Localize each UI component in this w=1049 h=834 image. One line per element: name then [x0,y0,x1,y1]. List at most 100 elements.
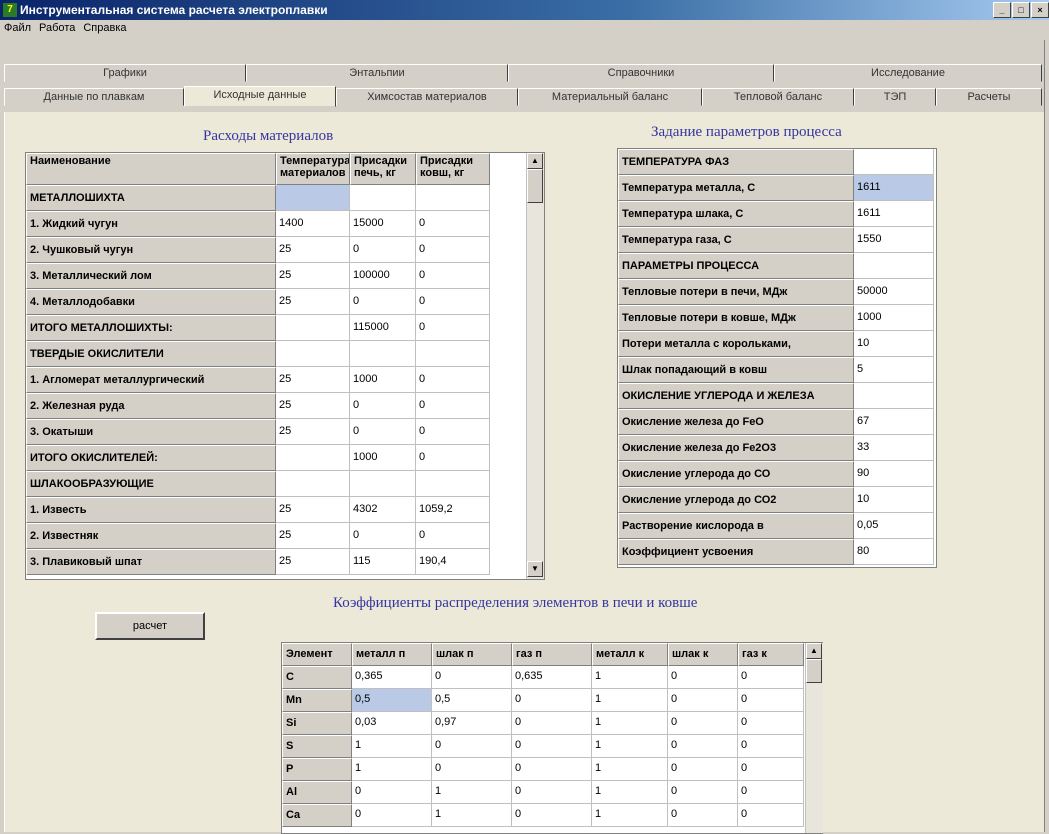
table-cell[interactable] [416,185,490,211]
tab-enthalpies[interactable]: Энтальпии [246,64,508,82]
table-cell[interactable]: 0,03 [352,712,432,735]
tab-chem-composition[interactable]: Химсостав материалов [336,88,518,106]
close-button[interactable]: × [1031,2,1049,18]
table-cell[interactable] [350,341,416,367]
table-cell[interactable]: 0 [668,712,738,735]
table-cell[interactable]: 1000 [854,305,934,331]
table-cell[interactable]: 1000 [350,367,416,393]
table-cell[interactable]: 0 [738,712,804,735]
table-cell[interactable] [276,341,350,367]
table-cell[interactable]: 0 [512,758,592,781]
table-cell[interactable]: 1 [592,666,668,689]
tab-calculations[interactable]: Расчеты [936,88,1042,106]
table-cell[interactable]: 1 [592,712,668,735]
scroll-down-arrow-icon[interactable]: ▼ [527,561,543,577]
scrollbar-thumb[interactable] [527,169,543,203]
minimize-button[interactable]: _ [993,2,1011,18]
table-cell[interactable]: 80 [854,539,934,565]
table-cell[interactable]: 0 [350,393,416,419]
table-cell[interactable]: 1611 [854,201,934,227]
tab-input-data[interactable]: Исходные данные [184,86,336,107]
table-cell[interactable]: 15000 [350,211,416,237]
table-cell[interactable]: 67 [854,409,934,435]
table-cell[interactable]: 0,365 [352,666,432,689]
table-cell[interactable]: 1 [592,758,668,781]
maximize-button[interactable]: □ [1012,2,1030,18]
table-cell[interactable]: 1400 [276,211,350,237]
table-cell[interactable]: 0 [416,523,490,549]
table-cell[interactable]: 0,97 [432,712,512,735]
table-cell[interactable] [416,341,490,367]
table-cell[interactable]: 0 [512,804,592,827]
tab-charts[interactable]: Графики [4,64,246,82]
table-cell[interactable]: 0 [738,666,804,689]
distribution-grid[interactable]: ▲ Элемент металл п шлак п газ п металл к шлак… [281,642,823,834]
table-cell[interactable]: 0 [352,804,432,827]
table-cell[interactable]: 0 [432,666,512,689]
table-cell[interactable]: 0,5 [352,689,432,712]
scrollbar-thumb[interactable] [806,659,822,683]
table-cell[interactable]: 0 [668,689,738,712]
table-cell[interactable] [854,149,934,175]
table-cell[interactable]: 25 [276,549,350,575]
table-cell[interactable]: 1 [592,781,668,804]
table-cell[interactable] [276,445,350,471]
scroll-up-arrow-icon[interactable]: ▲ [527,153,543,169]
table-cell[interactable]: 0 [738,758,804,781]
table-cell[interactable]: 115 [350,549,416,575]
scroll-up-arrow-icon[interactable]: ▲ [806,643,822,659]
table-cell[interactable] [416,471,490,497]
table-cell[interactable]: 1611 [854,175,934,201]
table-cell[interactable]: 100000 [350,263,416,289]
table-cell[interactable] [350,185,416,211]
table-cell[interactable] [276,315,350,341]
process-params-grid[interactable]: ТЕМПЕРАТУРА ФАЗ Температура металла, С 161… [617,148,937,568]
menu-work[interactable]: Работа [35,20,79,34]
table-cell[interactable]: 10 [854,331,934,357]
table-cell[interactable]: 0 [668,804,738,827]
table-cell[interactable]: 25 [276,289,350,315]
table-cell[interactable]: 0 [512,712,592,735]
tab-tep[interactable]: ТЭП [854,88,936,106]
table-cell[interactable]: 0 [738,781,804,804]
table-cell[interactable]: 25 [276,237,350,263]
materials-grid[interactable]: ▲ ▼ Наименование Температура материалов Пр… [25,152,545,580]
table-cell[interactable]: 90 [854,461,934,487]
tab-heat-balance[interactable]: Тепловой баланс [702,88,854,106]
table-cell[interactable]: 0 [416,393,490,419]
table-cell[interactable] [276,185,350,211]
table-cell[interactable]: 0 [432,735,512,758]
table-cell[interactable]: 25 [276,419,350,445]
table-cell[interactable]: 0,05 [854,513,934,539]
menu-file[interactable]: Файл [0,20,35,34]
table-cell[interactable]: 25 [276,263,350,289]
table-cell[interactable]: 0 [350,237,416,263]
table-cell[interactable]: 0 [416,367,490,393]
tab-melt-data[interactable]: Данные по плавкам [4,88,184,106]
table-cell[interactable]: 25 [276,523,350,549]
table-cell[interactable]: 1 [432,781,512,804]
table-cell[interactable]: 0 [416,445,490,471]
table-cell[interactable]: 0 [512,689,592,712]
menu-help[interactable]: Справка [79,20,130,34]
table-cell[interactable]: 190,4 [416,549,490,575]
table-cell[interactable]: 4302 [350,497,416,523]
table-cell[interactable]: 0 [350,419,416,445]
table-cell[interactable]: 25 [276,393,350,419]
table-cell[interactable]: 33 [854,435,934,461]
table-cell[interactable]: 1000 [350,445,416,471]
tab-material-balance[interactable]: Материальный баланс [518,88,702,106]
table-cell[interactable]: 1 [592,735,668,758]
tab-research[interactable]: Исследование [774,64,1042,82]
table-cell[interactable]: 0 [668,781,738,804]
table-cell[interactable]: 0 [512,735,592,758]
table-cell[interactable]: 1 [592,804,668,827]
table-cell[interactable]: 0 [738,689,804,712]
table-cell[interactable]: 0 [738,804,804,827]
table-cell[interactable]: 0 [668,666,738,689]
table-cell[interactable]: 0 [416,263,490,289]
table-cell[interactable]: 0 [416,289,490,315]
tab-references[interactable]: Справочники [508,64,774,82]
table-cell[interactable]: 0 [416,237,490,263]
table-cell[interactable]: 1 [352,758,432,781]
